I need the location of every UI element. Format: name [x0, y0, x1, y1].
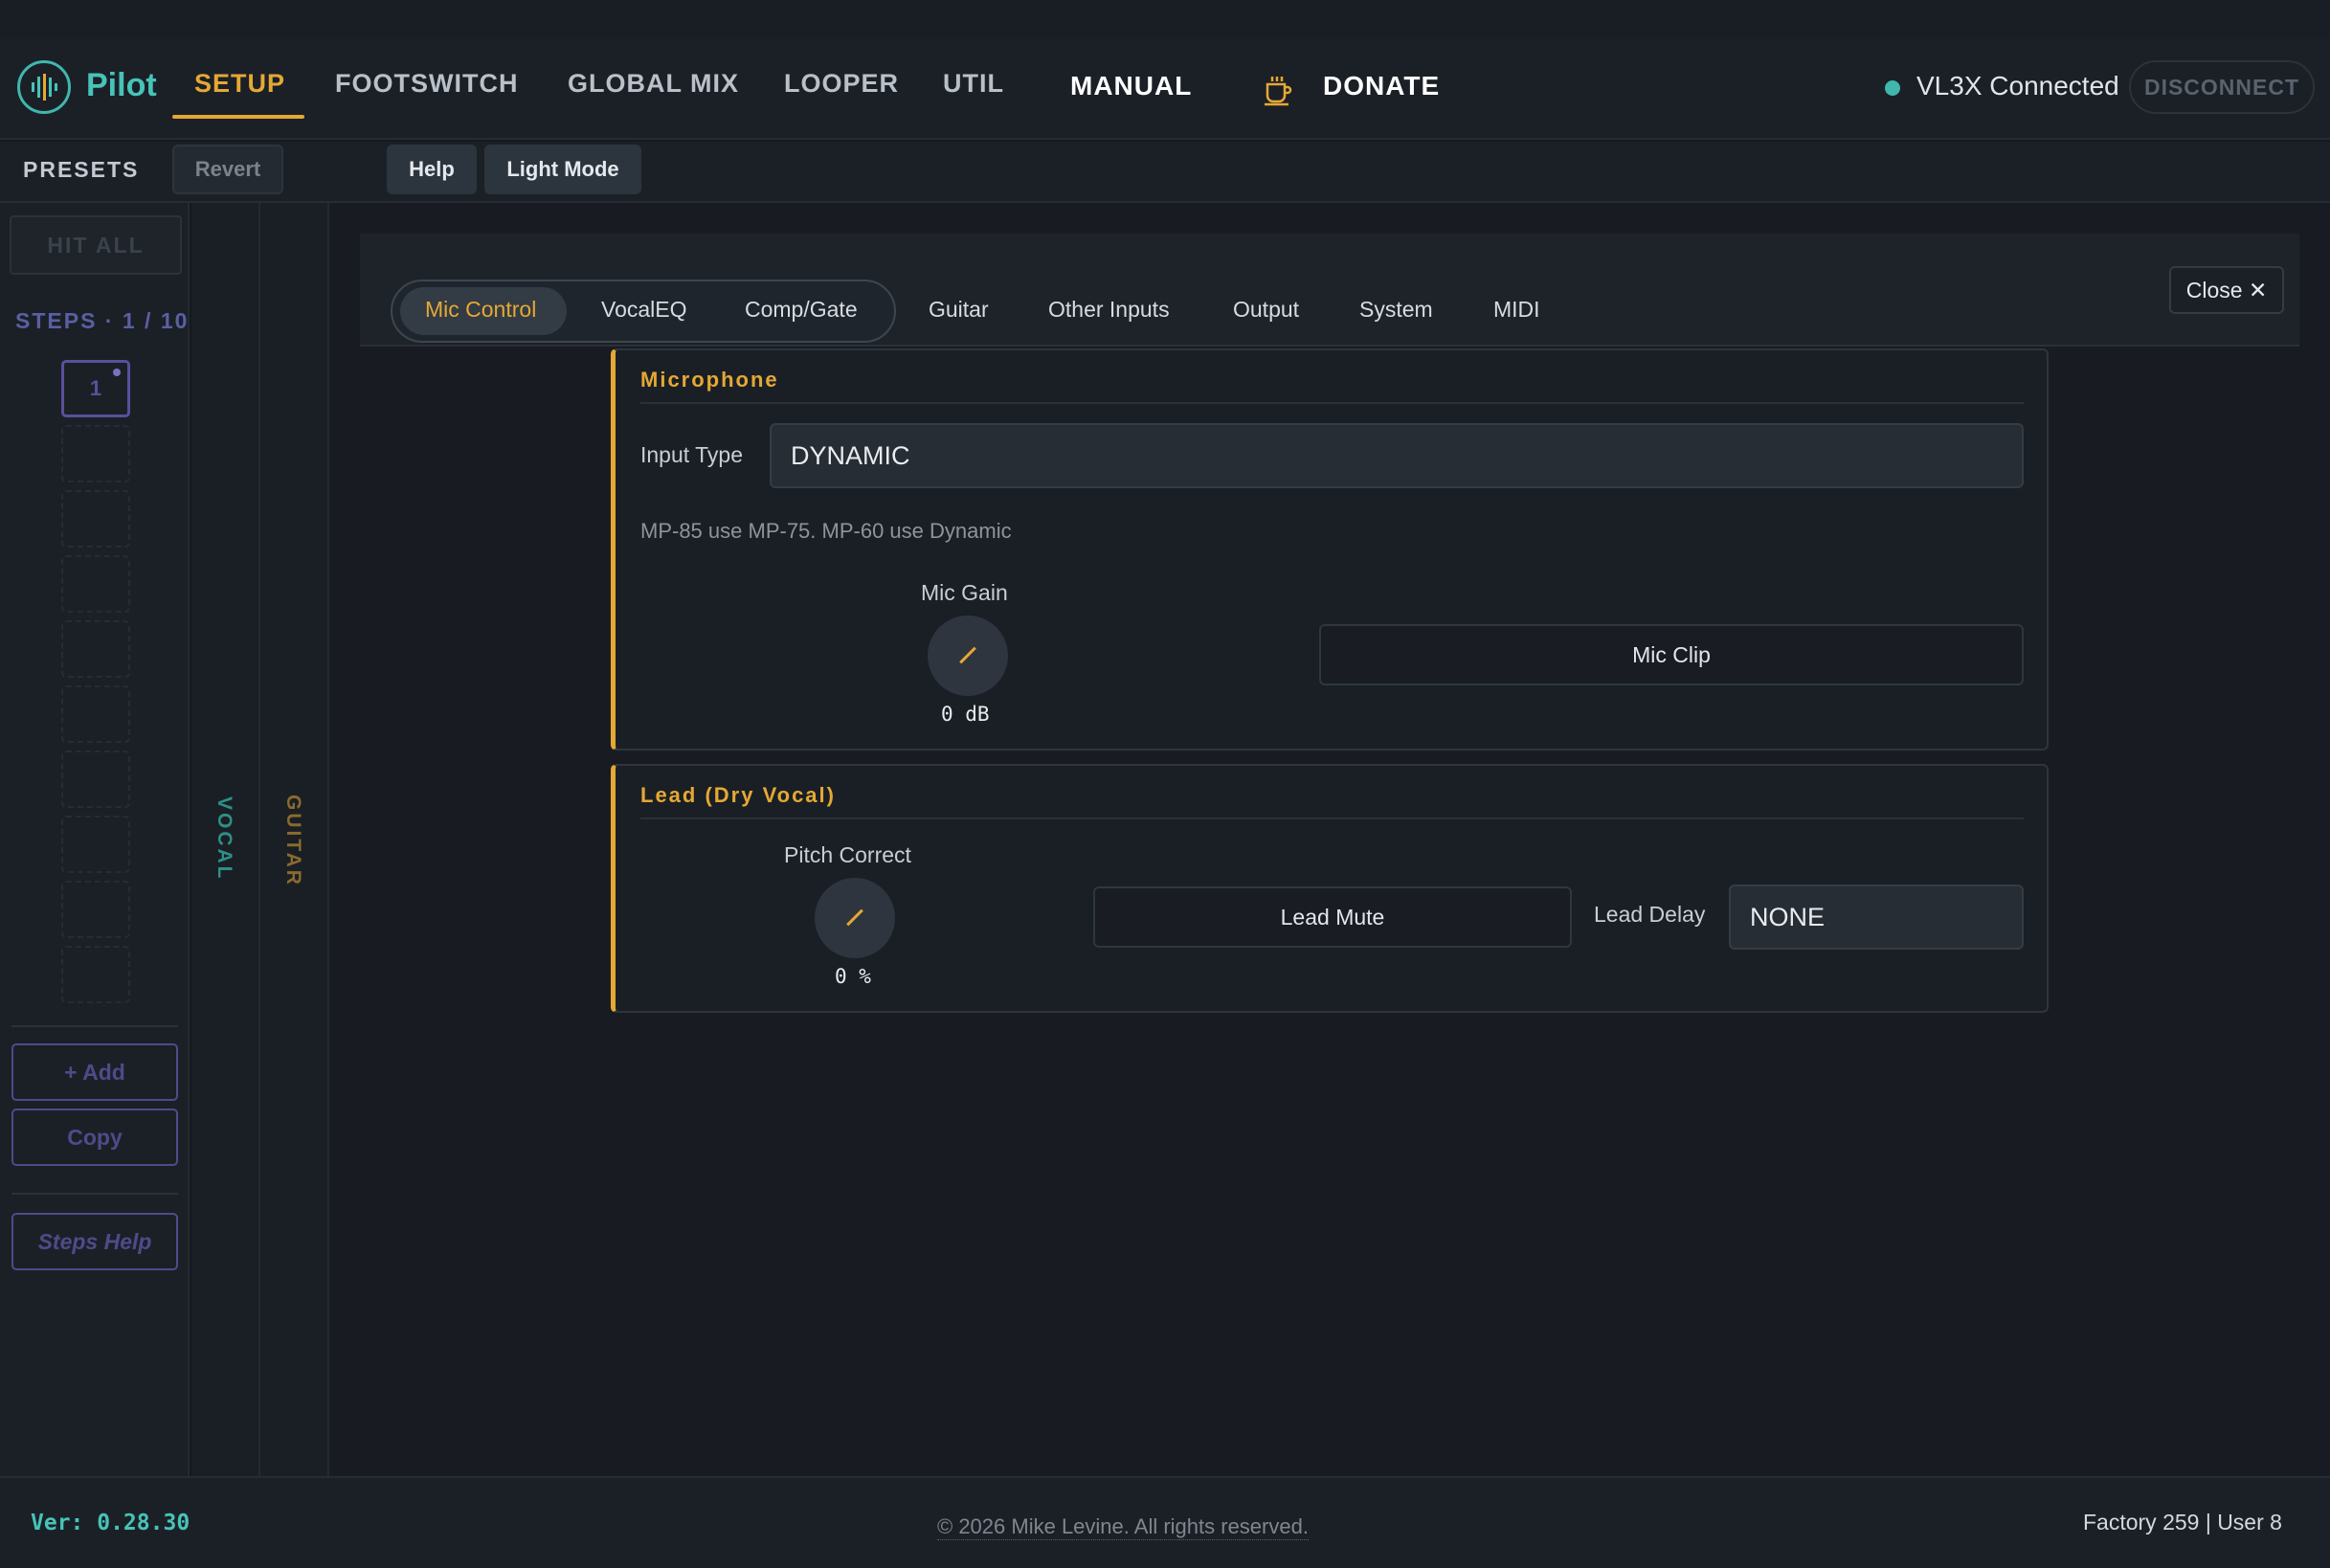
lead-delay-label: Lead Delay [1594, 902, 1706, 927]
steps-label: STEPS · 1 / 10 [15, 308, 190, 333]
pitch-correct-knob-pointer [846, 908, 863, 927]
app-name: Pilot [86, 67, 157, 103]
copy-step-button[interactable]: Copy [11, 1109, 178, 1166]
hit-all-button[interactable]: HIT ALL [10, 215, 182, 275]
window-top-strip [0, 0, 2330, 38]
coffee-cup-icon [1265, 77, 1292, 106]
revert-button[interactable]: Revert [172, 145, 283, 194]
step-slot-6[interactable] [61, 685, 130, 743]
pitch-correct-value: 0 % [835, 965, 871, 988]
light-mode-button[interactable]: Light Mode [484, 145, 641, 194]
connection-status: VL3X Connected [1916, 71, 2119, 101]
nav-footswitch[interactable]: FOOTSWITCH [335, 69, 518, 99]
close-button[interactable]: Close ✕ [2169, 266, 2284, 314]
connection-status-dot [1885, 80, 1900, 96]
nav-global-mix[interactable]: GLOBAL MIX [568, 69, 739, 99]
step-slot-4[interactable] [61, 555, 130, 613]
input-type-select[interactable]: DYNAMIC [770, 423, 2024, 488]
pitch-correct-knob[interactable] [815, 878, 895, 958]
sidebar-divider [11, 1025, 178, 1027]
mic-gain-knob-pointer [959, 646, 976, 664]
presets-label[interactable]: PRESETS [23, 157, 139, 183]
lead-card-title: Lead (Dry Vocal) [640, 783, 836, 807]
preset-counts: Factory 259 | User 8 [2083, 1510, 2282, 1534]
input-type-hint: MP-85 use MP-75. MP-60 use Dynamic [640, 519, 1012, 543]
step-slot-7[interactable] [61, 750, 130, 808]
tab-vocal-eq[interactable]: VocalEQ [601, 297, 687, 323]
tab-guitar[interactable]: Guitar [929, 297, 989, 323]
mic-clip-button[interactable]: Mic Clip [1319, 624, 2024, 685]
nav-util[interactable]: UTIL [943, 69, 1004, 99]
card-divider [640, 818, 2024, 819]
nav-manual[interactable]: MANUAL [1070, 71, 1192, 101]
nav-looper[interactable]: LOOPER [784, 69, 899, 99]
step-slot-9[interactable] [61, 881, 130, 938]
mic-gain-value: 0 dB [941, 703, 990, 726]
nav-donate[interactable]: DONATE [1323, 71, 1440, 101]
step-slot-8[interactable] [61, 816, 130, 873]
nav-setup[interactable]: SETUP [194, 69, 285, 99]
microphone-card-title: Microphone [640, 368, 779, 392]
mic-gain-knob[interactable] [928, 616, 1008, 696]
version-label: Ver: 0.28.30 [31, 1511, 190, 1535]
tab-system[interactable]: System [1359, 297, 1433, 323]
step-1-button[interactable]: 1 [61, 360, 130, 417]
tab-output[interactable]: Output [1233, 297, 1299, 323]
microphone-card [611, 348, 2049, 750]
tab-midi[interactable]: MIDI [1493, 297, 1540, 323]
waveform-icon [32, 74, 57, 101]
disconnect-button[interactable]: DISCONNECT [2129, 60, 2315, 114]
step-slot-3[interactable] [61, 490, 130, 548]
copyright-link[interactable]: © 2026 Mike Levine. All rights reserved. [937, 1514, 1309, 1540]
step-slot-10[interactable] [61, 946, 130, 1003]
step-slot-5[interactable] [61, 620, 130, 678]
steps-help-button[interactable]: Steps Help [11, 1213, 178, 1270]
mic-gain-label: Mic Gain [921, 580, 1008, 605]
input-type-label: Input Type [640, 442, 743, 467]
add-step-button[interactable]: + Add [11, 1043, 178, 1101]
vocal-strip-label: VOCAL [213, 796, 235, 882]
card-divider [640, 402, 2024, 404]
lead-mute-button[interactable]: Lead Mute [1093, 886, 1572, 948]
toolbar [0, 142, 2330, 203]
step-active-dot [113, 369, 121, 376]
pitch-correct-label: Pitch Correct [784, 842, 911, 867]
lead-delay-select[interactable]: NONE [1729, 885, 2024, 950]
guitar-strip-label: GUITAR [282, 795, 304, 887]
sidebar-divider [11, 1193, 178, 1195]
vocal-strip[interactable]: VOCAL [191, 203, 260, 1476]
tab-other-inputs[interactable]: Other Inputs [1048, 297, 1170, 323]
step-slot-2[interactable] [61, 425, 130, 482]
help-button[interactable]: Help [387, 145, 477, 194]
guitar-strip[interactable]: GUITAR [260, 203, 329, 1476]
tab-comp-gate[interactable]: Comp/Gate [745, 297, 858, 323]
tab-mic-control[interactable]: Mic Control [425, 297, 536, 323]
nav-active-indicator [172, 115, 304, 119]
